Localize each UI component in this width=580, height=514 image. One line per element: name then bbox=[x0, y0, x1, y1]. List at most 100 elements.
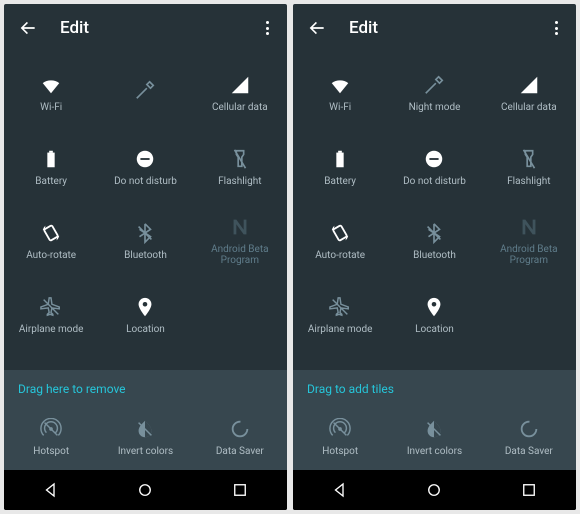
qs-tile-hotspot[interactable]: Hotspot bbox=[293, 404, 387, 470]
hotspot-icon bbox=[329, 418, 351, 440]
back-button[interactable] bbox=[307, 18, 327, 38]
qs-tile-nlogo[interactable]: Android Beta Program bbox=[482, 204, 576, 278]
qs-tile-hotspot[interactable]: Hotspot bbox=[4, 404, 98, 470]
tile-label: Airplane mode bbox=[19, 324, 84, 335]
drag-hint: Drag here to remove bbox=[4, 382, 287, 404]
qs-tile-flashlight[interactable]: Flashlight bbox=[482, 130, 576, 204]
tile-label: Invert colors bbox=[118, 446, 173, 457]
tile-label: Do not disturb bbox=[403, 176, 466, 187]
tile-label: Auto-rotate bbox=[26, 250, 76, 261]
airplane-icon bbox=[40, 296, 62, 318]
qs-tile-airplane[interactable]: Airplane mode bbox=[293, 278, 387, 352]
rotate-icon bbox=[329, 222, 351, 244]
tile-label: Bluetooth bbox=[413, 250, 456, 261]
qs-tile-dnd[interactable]: Do not disturb bbox=[98, 130, 192, 204]
flashlight-icon bbox=[518, 148, 540, 170]
tile-label: Cellular data bbox=[501, 102, 557, 113]
nav-recent[interactable] bbox=[519, 480, 539, 500]
nav-home[interactable] bbox=[424, 480, 444, 500]
nav-back[interactable] bbox=[330, 480, 350, 500]
bluetooth-icon bbox=[134, 222, 156, 244]
tile-label: Android Beta Program bbox=[193, 244, 287, 266]
tile-label: Do not disturb bbox=[114, 176, 177, 187]
qs-tile-dropper[interactable] bbox=[98, 56, 192, 130]
wifi-icon bbox=[40, 74, 62, 96]
tile-label: Wi-Fi bbox=[40, 102, 62, 113]
page-title: Edit bbox=[60, 18, 262, 38]
location-icon bbox=[134, 296, 156, 318]
bluetooth-icon bbox=[423, 222, 445, 244]
dropper-icon bbox=[423, 74, 445, 96]
airplane-icon bbox=[329, 296, 351, 318]
nlogo-icon bbox=[229, 216, 251, 238]
tile-label: Location bbox=[126, 324, 165, 335]
tile-label: Flashlight bbox=[218, 176, 261, 187]
qs-tile-datasaver[interactable]: Data Saver bbox=[482, 404, 576, 470]
tile-label: Hotspot bbox=[322, 446, 358, 457]
qs-tile-rotate[interactable]: Auto-rotate bbox=[293, 204, 387, 278]
phone-screen-0: Edit Wi-Fi Cellular data Battery Do not … bbox=[4, 4, 287, 510]
tile-label: Battery bbox=[324, 176, 356, 187]
qs-tile-invert[interactable]: Invert colors bbox=[387, 404, 481, 470]
battery-icon bbox=[40, 148, 62, 170]
qs-tile-wifi[interactable]: Wi-Fi bbox=[4, 56, 98, 130]
tile-label: Auto-rotate bbox=[315, 250, 365, 261]
signal-icon bbox=[229, 74, 251, 96]
qs-tile-signal[interactable]: Cellular data bbox=[193, 56, 287, 130]
qs-tile-datasaver[interactable]: Data Saver bbox=[193, 404, 287, 470]
tile-label: Data Saver bbox=[505, 446, 553, 457]
qs-tile-nlogo[interactable]: Android Beta Program bbox=[193, 204, 287, 278]
header: Edit bbox=[4, 4, 287, 52]
nav-home[interactable] bbox=[135, 480, 155, 500]
tile-label: Hotspot bbox=[33, 446, 69, 457]
drag-hint: Drag to add tiles bbox=[293, 382, 576, 404]
drag-area[interactable]: Drag to add tiles Hotspot Invert colors … bbox=[293, 370, 576, 470]
dropper-icon bbox=[134, 79, 156, 101]
tile-label: Battery bbox=[35, 176, 67, 187]
nav-recent[interactable] bbox=[230, 480, 250, 500]
dnd-icon bbox=[134, 148, 156, 170]
overflow-menu[interactable] bbox=[551, 17, 562, 39]
qs-tile-wifi[interactable]: Wi-Fi bbox=[293, 56, 387, 130]
tile-label: Wi-Fi bbox=[329, 102, 351, 113]
rotate-icon bbox=[40, 222, 62, 244]
qs-tile-location[interactable]: Location bbox=[98, 278, 192, 352]
datasaver-icon bbox=[229, 418, 251, 440]
tile-label: Night mode bbox=[409, 102, 461, 113]
dnd-icon bbox=[423, 148, 445, 170]
tile-label: Location bbox=[415, 324, 454, 335]
location-icon bbox=[423, 296, 445, 318]
tile-label: Cellular data bbox=[212, 102, 268, 113]
overflow-menu[interactable] bbox=[262, 17, 273, 39]
qs-tile-location[interactable]: Location bbox=[387, 278, 481, 352]
qs-tile-battery[interactable]: Battery bbox=[293, 130, 387, 204]
navbar bbox=[4, 470, 287, 510]
page-title: Edit bbox=[349, 18, 551, 38]
qs-tile-signal[interactable]: Cellular data bbox=[482, 56, 576, 130]
qs-tile-battery[interactable]: Battery bbox=[4, 130, 98, 204]
phone-screen-1: Edit Wi-Fi Night mode Cellular data Batt… bbox=[293, 4, 576, 510]
back-button[interactable] bbox=[18, 18, 38, 38]
datasaver-icon bbox=[518, 418, 540, 440]
wifi-icon bbox=[329, 74, 351, 96]
tile-label: Data Saver bbox=[216, 446, 264, 457]
tile-label: Invert colors bbox=[407, 446, 462, 457]
header: Edit bbox=[293, 4, 576, 52]
tile-label: Android Beta Program bbox=[482, 244, 576, 266]
qs-tile-airplane[interactable]: Airplane mode bbox=[4, 278, 98, 352]
tile-label: Bluetooth bbox=[124, 250, 167, 261]
invert-icon bbox=[134, 418, 156, 440]
drag-area[interactable]: Drag here to remove Hotspot Invert color… bbox=[4, 370, 287, 470]
qs-tile-bluetooth[interactable]: Bluetooth bbox=[98, 204, 192, 278]
qs-tile-rotate[interactable]: Auto-rotate bbox=[4, 204, 98, 278]
navbar bbox=[293, 470, 576, 510]
battery-icon bbox=[329, 148, 351, 170]
flashlight-icon bbox=[229, 148, 251, 170]
qs-tile-dropper[interactable]: Night mode bbox=[387, 56, 481, 130]
qs-tile-flashlight[interactable]: Flashlight bbox=[193, 130, 287, 204]
qs-tile-invert[interactable]: Invert colors bbox=[98, 404, 192, 470]
qs-tile-dnd[interactable]: Do not disturb bbox=[387, 130, 481, 204]
qs-tile-bluetooth[interactable]: Bluetooth bbox=[387, 204, 481, 278]
nav-back[interactable] bbox=[41, 480, 61, 500]
tile-label: Flashlight bbox=[507, 176, 550, 187]
